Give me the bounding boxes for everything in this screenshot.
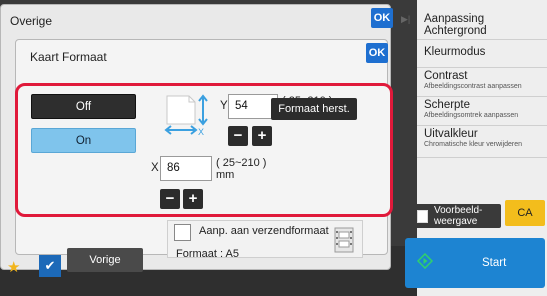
- sidebar-item-sharpness[interactable]: Scherpte Afbeeldingsomtrek aanpassen: [417, 97, 547, 126]
- x-range-text: ( 25~210 ): [216, 157, 267, 169]
- sidebar-item-label: Scherpte: [424, 99, 471, 111]
- outer-ok-button[interactable]: OK: [371, 8, 393, 28]
- y-plus-button[interactable]: +: [252, 126, 272, 146]
- sidebar-expand-icon[interactable]: ▶|: [401, 14, 413, 26]
- adjust-send-size-label: Aanp. aan verzendformaat: [199, 225, 329, 237]
- card-x-marker: X: [198, 127, 205, 137]
- app-window: Aanpassing Achtergrond Kleurmodus Contra…: [0, 0, 547, 296]
- preview-button[interactable]: Voorbeeld- weergave: [410, 204, 501, 228]
- sidebar-item-sublabel: Chromatische kleur verwijderen: [424, 141, 523, 148]
- sidebar-item-sublabel: Afbeeldingsomtrek aanpassen: [424, 112, 519, 119]
- x-value-input[interactable]: 86: [160, 156, 212, 181]
- start-diamond-icon: [417, 253, 433, 269]
- sidebar-item-color-mode[interactable]: Kleurmodus: [417, 40, 547, 68]
- current-size-text: Formaat : A5: [176, 248, 239, 260]
- sidebar-item-sublabel: Afbeeldingscontrast aanpassen: [424, 83, 522, 90]
- card-size-icon: [334, 227, 354, 253]
- dialog-title: Overige: [10, 14, 53, 28]
- adjust-send-size-checkbox[interactable]: [174, 224, 191, 241]
- document-icon: [417, 210, 428, 223]
- sidebar-item-label: Contrast: [424, 70, 468, 82]
- card-dimension-icon: [164, 94, 208, 135]
- x-plus-button[interactable]: +: [183, 189, 203, 209]
- x-minus-button[interactable]: −: [160, 189, 180, 209]
- sidebar-item-contrast[interactable]: Contrast Afbeeldingscontrast aanpassen: [417, 68, 547, 97]
- preview-label: Voorbeeld- weergave: [434, 205, 483, 227]
- back-button[interactable]: Vorige: [67, 248, 143, 272]
- off-toggle-button[interactable]: Off: [31, 94, 136, 119]
- sidebar-item-label: Kleurmodus: [424, 46, 486, 58]
- reset-size-button[interactable]: Formaat herst.: [271, 98, 357, 120]
- y-minus-button[interactable]: −: [228, 126, 248, 146]
- sidebar-item-background[interactable]: Aanpassing Achtergrond: [417, 0, 547, 40]
- sidebar-item-label: Uitvalkleur: [424, 128, 478, 140]
- sidebar-item-dropout-color[interactable]: Uitvalkleur Chromatische kleur verwijder…: [417, 126, 547, 158]
- x-unit-text: mm: [216, 169, 235, 181]
- on-toggle-button[interactable]: On: [31, 128, 136, 153]
- start-button[interactable]: Start: [405, 238, 545, 288]
- sidebar-item-label: Aanpassing Achtergrond: [424, 13, 487, 37]
- start-label: Start: [482, 257, 507, 269]
- inner-ok-button[interactable]: OK: [366, 43, 388, 63]
- dialog-title: Kaart Formaat: [30, 50, 107, 64]
- y-axis-label: Y: [220, 100, 228, 112]
- clear-all-button[interactable]: CA: [505, 200, 545, 226]
- favorite-star-icon[interactable]: ★: [7, 258, 20, 276]
- check-icon[interactable]: ✔: [39, 255, 61, 277]
- x-axis-label: X: [151, 162, 159, 174]
